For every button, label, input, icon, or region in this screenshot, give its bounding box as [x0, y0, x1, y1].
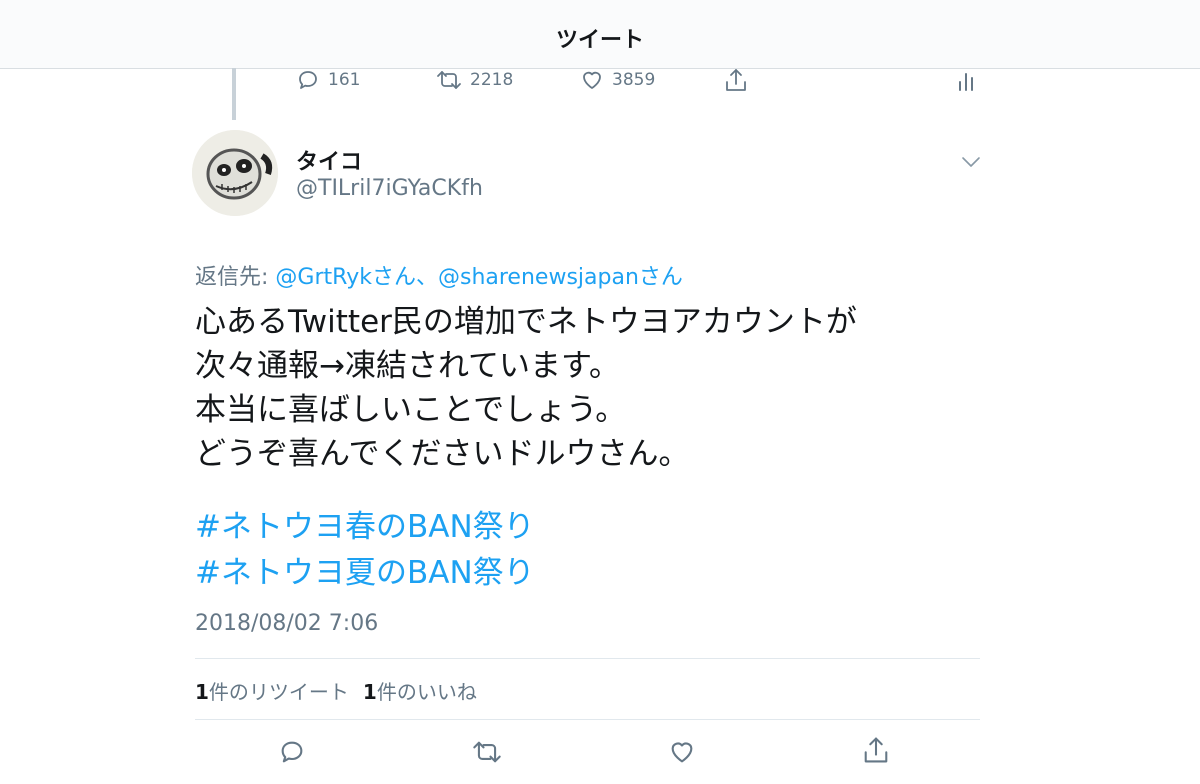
retweet-button[interactable] — [472, 738, 502, 766]
retweet-icon — [437, 71, 461, 89]
page-title: ツイート — [555, 28, 644, 53]
likes-stat[interactable]: 1件のいいね — [363, 680, 477, 704]
tweet-menu-button[interactable] — [960, 154, 982, 173]
prev-tweet-analytics-button[interactable] — [956, 70, 976, 92]
heart-icon — [583, 71, 601, 89]
retweet-stat-label: 件のリツイート — [208, 680, 349, 704]
share-icon — [864, 737, 888, 763]
tweet-timestamp: 2018/08/02 7:06 — [195, 611, 379, 636]
retweet-icon — [473, 741, 501, 763]
reply-mention-2[interactable]: @sharenewsjapanさん — [438, 265, 683, 290]
like-button[interactable] — [668, 738, 696, 766]
user-handle[interactable]: @TILril7iGYaCKfh — [296, 176, 483, 201]
tweet-text-line: 本当に喜ばしいことでしょう。 — [195, 392, 627, 428]
share-icon — [726, 69, 746, 91]
retweet-count: 2218 — [470, 70, 514, 90]
avatar[interactable] — [192, 130, 278, 216]
top-bar: ツイート — [0, 0, 1200, 69]
prev-tweet-share-button[interactable] — [724, 66, 748, 94]
reply-mention-1[interactable]: @GrtRykさん — [275, 265, 416, 290]
reply-button[interactable] — [278, 738, 306, 766]
share-button[interactable] — [862, 734, 890, 766]
reply-icon — [299, 71, 317, 89]
reply-icon — [281, 741, 303, 763]
divider — [195, 719, 980, 720]
heart-icon — [671, 742, 693, 763]
engagement-stats: 1件のリツイート 1件のいいね — [195, 676, 477, 705]
like-stat-label: 件のいいね — [376, 680, 477, 704]
tweet-text-line: どうぞ喜んでくださいドルウさん。 — [195, 436, 690, 472]
tweet-text-line: 次々通報→凍結されています。 — [195, 348, 620, 384]
retweets-stat[interactable]: 1件のリツイート — [195, 680, 349, 704]
thread-connector-line — [232, 68, 236, 120]
analytics-icon — [959, 73, 973, 91]
reply-to-line: 返信先: @GrtRykさん、@sharenewsjapanさん — [195, 259, 683, 291]
like-stat-count: 1 — [362, 680, 377, 704]
hashtags: #ネトウヨ春のBAN祭り #ネトウヨ夏のBAN祭り — [195, 504, 535, 596]
hashtag-link[interactable]: #ネトウヨ春のBAN祭り — [195, 504, 535, 550]
divider — [195, 658, 980, 659]
reply-count: 161 — [328, 70, 361, 90]
tweet-text-line: 心あるTwitter民の増加でネトウヨアカウントが — [195, 304, 857, 340]
reply-to-prefix: 返信先: — [195, 265, 276, 290]
hashtag-link[interactable]: #ネトウヨ夏のBAN祭り — [195, 550, 535, 596]
prev-tweet-like-button[interactable]: 3859 — [580, 68, 655, 92]
tweet-text: 心あるTwitter民の増加でネトウヨアカウントが 次々通報→凍結されています。… — [195, 300, 857, 476]
skull-avatar-image — [192, 130, 278, 216]
chevron-down-icon — [962, 157, 980, 167]
like-count: 3859 — [612, 70, 656, 90]
prev-tweet-reply-button[interactable]: 161 — [296, 68, 360, 92]
reply-separator: 、 — [415, 265, 438, 290]
display-name[interactable]: タイコ — [296, 144, 362, 176]
prev-tweet-retweet-button[interactable]: 2218 — [436, 68, 513, 92]
retweet-stat-count: 1 — [195, 680, 209, 704]
